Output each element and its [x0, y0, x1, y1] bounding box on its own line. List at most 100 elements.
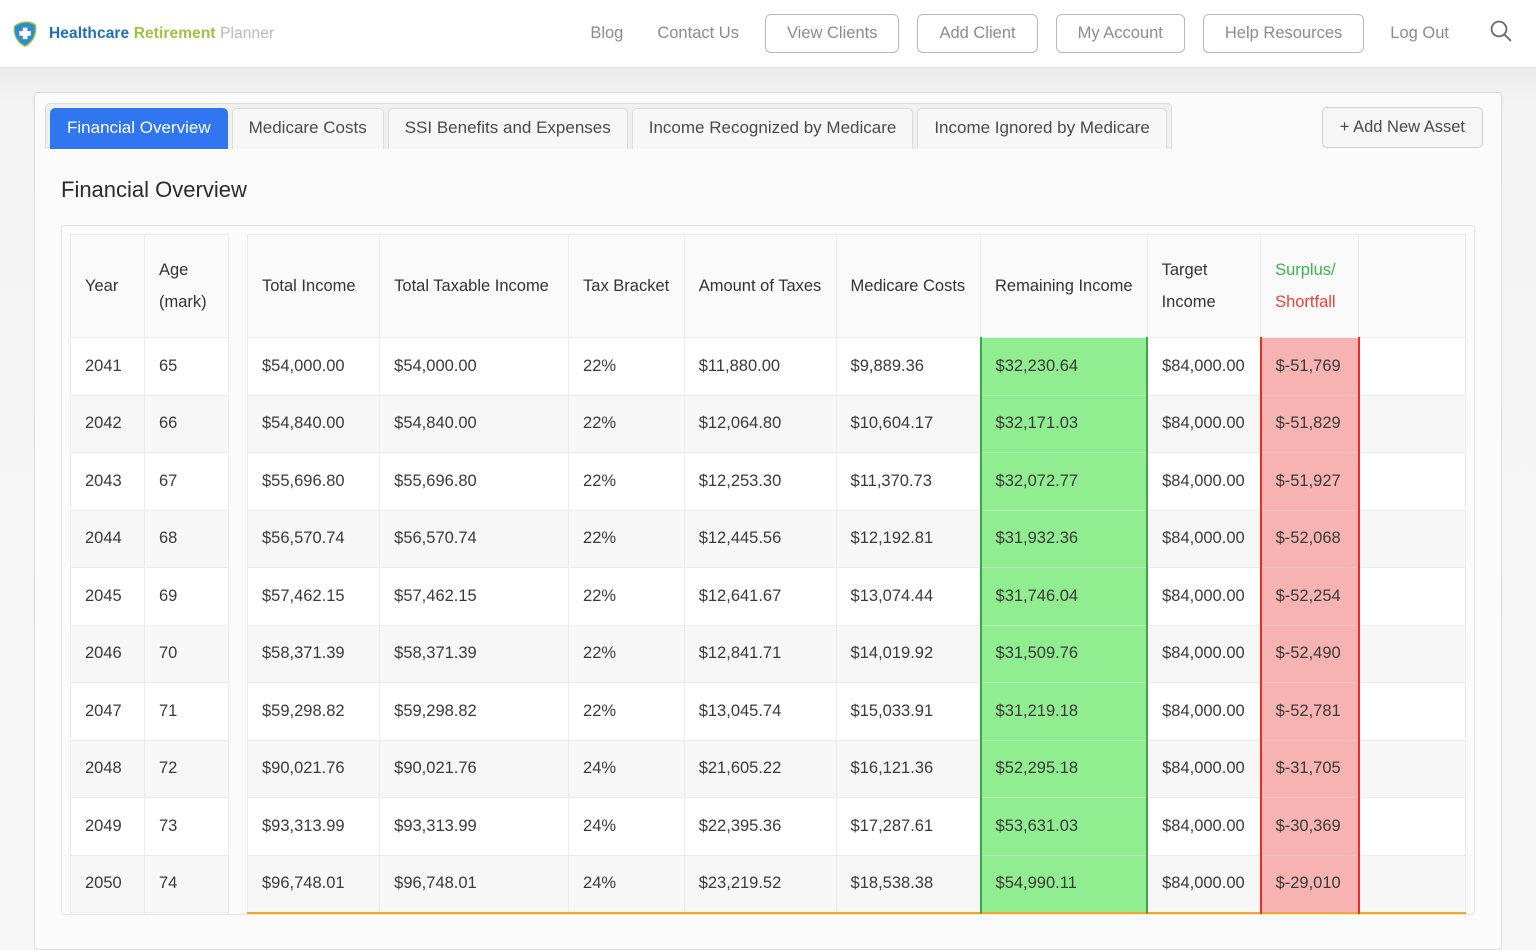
table-row[interactable]: $59,298.82$59,298.8222%$13,045.74$15,033… [248, 683, 1466, 741]
table-row[interactable]: 205175 [71, 913, 229, 916]
panel-content: Financial Overview YearAge(mark) 2041652… [35, 149, 1501, 915]
table-row[interactable]: $54,000.00$54,000.0022%$11,880.00$9,889.… [248, 338, 1466, 396]
brand-logo-block[interactable]: Healthcare Retirement Planner [10, 19, 274, 49]
tab-medicare-costs[interactable]: Medicare Costs [232, 108, 384, 149]
cell-notes [1359, 683, 1466, 741]
cell-total-income: $54,000.00 [248, 338, 380, 396]
tab-income-ignored-by-medicare[interactable]: Income Ignored by Medicare [917, 108, 1166, 149]
table-row[interactable]: 204165 [71, 338, 229, 396]
cell-age: 73 [145, 798, 229, 856]
logout-link[interactable]: Log Out [1373, 24, 1466, 43]
cell-tax-bracket: 22% [569, 568, 685, 626]
cell-age: 67 [145, 453, 229, 511]
cell-notes [1359, 855, 1466, 913]
cell-surplus-shortfall: $-52,068 [1261, 510, 1359, 568]
column-header-medicare-costs: Medicare Costs [836, 235, 980, 338]
cell-target-income: $84,000.00 [1147, 453, 1260, 511]
table-row[interactable]: $58,371.39$58,371.3922%$12,841.71$14,019… [248, 625, 1466, 683]
view-clients-button[interactable]: View Clients [765, 14, 899, 53]
column-header-year: Year [71, 235, 145, 338]
cell-target-income: $84,000.00 [1147, 913, 1260, 916]
brand-word-3: Planner [220, 25, 274, 42]
cell-remaining-income: $52,295.18 [981, 740, 1148, 798]
cell-tax-bracket: 24% [569, 913, 685, 916]
cell-medicare-costs: $26,648.22 [836, 913, 980, 916]
cell-medicare-costs: $12,192.81 [836, 510, 980, 568]
cell-target-income: $84,000.00 [1147, 740, 1260, 798]
table-row[interactable]: $57,462.15$57,462.1522%$12,641.67$13,074… [248, 568, 1466, 626]
column-header-total-taxable-income: Total Taxable Income [380, 235, 569, 338]
add-new-asset-button[interactable]: + Add New Asset [1322, 107, 1483, 148]
cell-surplus-shortfall: $-52,781 [1261, 683, 1359, 741]
add-client-button[interactable]: Add Client [917, 14, 1037, 53]
table-row[interactable]: $54,840.00$54,840.0022%$12,064.80$10,604… [248, 395, 1466, 453]
table-row[interactable]: $96,748.01$96,748.0124%$23,219.52$18,538… [248, 855, 1466, 913]
table-row[interactable]: $55,696.80$55,696.8022%$12,253.30$11,370… [248, 453, 1466, 511]
financial-overview-table: YearAge(mark) 20416520426620436720446820… [61, 225, 1475, 915]
cell-remaining-income: $49,602.31 [981, 913, 1148, 916]
left-header-row: YearAge(mark) [71, 235, 229, 338]
cell-notes [1359, 395, 1466, 453]
table-row[interactable]: $100,329.64$100,329.6424%$24,079.11$26,6… [248, 913, 1466, 916]
search-icon[interactable] [1488, 18, 1514, 49]
cell-notes [1359, 453, 1466, 511]
cell-tax-bracket: 22% [569, 395, 685, 453]
table-row[interactable]: $93,313.99$93,313.9924%$22,395.36$17,287… [248, 798, 1466, 856]
table-row[interactable]: 205074 [71, 855, 229, 913]
cell-remaining-income: $32,171.03 [981, 395, 1148, 453]
cell-target-income: $84,000.00 [1147, 395, 1260, 453]
cell-amount-of-taxes: $12,445.56 [684, 510, 836, 568]
cell-notes [1359, 338, 1466, 396]
table-row[interactable]: 204872 [71, 740, 229, 798]
table-row[interactable]: 204468 [71, 510, 229, 568]
cell-medicare-costs: $18,538.38 [836, 855, 980, 913]
cell-medicare-costs: $10,604.17 [836, 395, 980, 453]
table-fixed-columns: YearAge(mark) 20416520426620436720446820… [70, 234, 229, 906]
page-title: Financial Overview [61, 177, 1475, 203]
column-header-surplus-shortfall: Surplus/Shortfall [1261, 235, 1359, 338]
cell-total-taxable-income: $54,840.00 [380, 395, 569, 453]
cell-age: 74 [145, 855, 229, 913]
cell-amount-of-taxes: $12,253.30 [684, 453, 836, 511]
cell-remaining-income: $32,072.77 [981, 453, 1148, 511]
nav-link-blog[interactable]: Blog [573, 24, 640, 43]
tab-group: Financial Overview Medicare Costs SSI Be… [45, 103, 1172, 149]
table-row[interactable]: $90,021.76$90,021.7624%$21,605.22$16,121… [248, 740, 1466, 798]
table-row[interactable]: 204266 [71, 395, 229, 453]
table-row[interactable]: $56,570.74$56,570.7422%$12,445.56$12,192… [248, 510, 1466, 568]
cell-total-taxable-income: $56,570.74 [380, 510, 569, 568]
main-panel: Financial Overview Medicare Costs SSI Be… [34, 92, 1502, 950]
tab-financial-overview[interactable]: Financial Overview [50, 108, 228, 149]
my-account-button[interactable]: My Account [1056, 14, 1185, 53]
nav-link-contact-us[interactable]: Contact Us [640, 24, 756, 43]
cell-remaining-income: $31,932.36 [981, 510, 1148, 568]
cell-surplus-shortfall: $-51,829 [1261, 395, 1359, 453]
cell-amount-of-taxes: $21,605.22 [684, 740, 836, 798]
table-scroll-columns[interactable]: Total IncomeTotal Taxable IncomeTax Brac… [247, 234, 1466, 906]
table-row[interactable]: 204367 [71, 453, 229, 511]
table-row[interactable]: 204569 [71, 568, 229, 626]
site-header: Healthcare Retirement Planner Blog Conta… [0, 0, 1536, 68]
cell-total-taxable-income: $100,329.64 [380, 913, 569, 916]
cell-total-taxable-income: $58,371.39 [380, 625, 569, 683]
cell-total-taxable-income: $96,748.01 [380, 855, 569, 913]
table-row[interactable]: 204973 [71, 798, 229, 856]
cell-tax-bracket: 22% [569, 510, 685, 568]
cell-target-income: $84,000.00 [1147, 338, 1260, 396]
tab-ssi-benefits-and-expenses[interactable]: SSI Benefits and Expenses [388, 108, 628, 149]
cell-age: 65 [145, 338, 229, 396]
cell-total-taxable-income: $55,696.80 [380, 453, 569, 511]
cell-year: 2045 [71, 568, 145, 626]
left-table-body: 2041652042662043672044682045692046702047… [71, 338, 229, 916]
help-resources-button[interactable]: Help Resources [1203, 14, 1364, 53]
tab-income-recognized-by-medicare[interactable]: Income Recognized by Medicare [632, 108, 914, 149]
medical-cross-shield-icon [10, 19, 40, 49]
cell-remaining-income: $32,230.64 [981, 338, 1148, 396]
table-row[interactable]: 204670 [71, 625, 229, 683]
cell-year: 2041 [71, 338, 145, 396]
cell-year: 2050 [71, 855, 145, 913]
cell-surplus-shortfall: $-52,254 [1261, 568, 1359, 626]
cell-year: 2048 [71, 740, 145, 798]
cell-notes [1359, 740, 1466, 798]
table-row[interactable]: 204771 [71, 683, 229, 741]
